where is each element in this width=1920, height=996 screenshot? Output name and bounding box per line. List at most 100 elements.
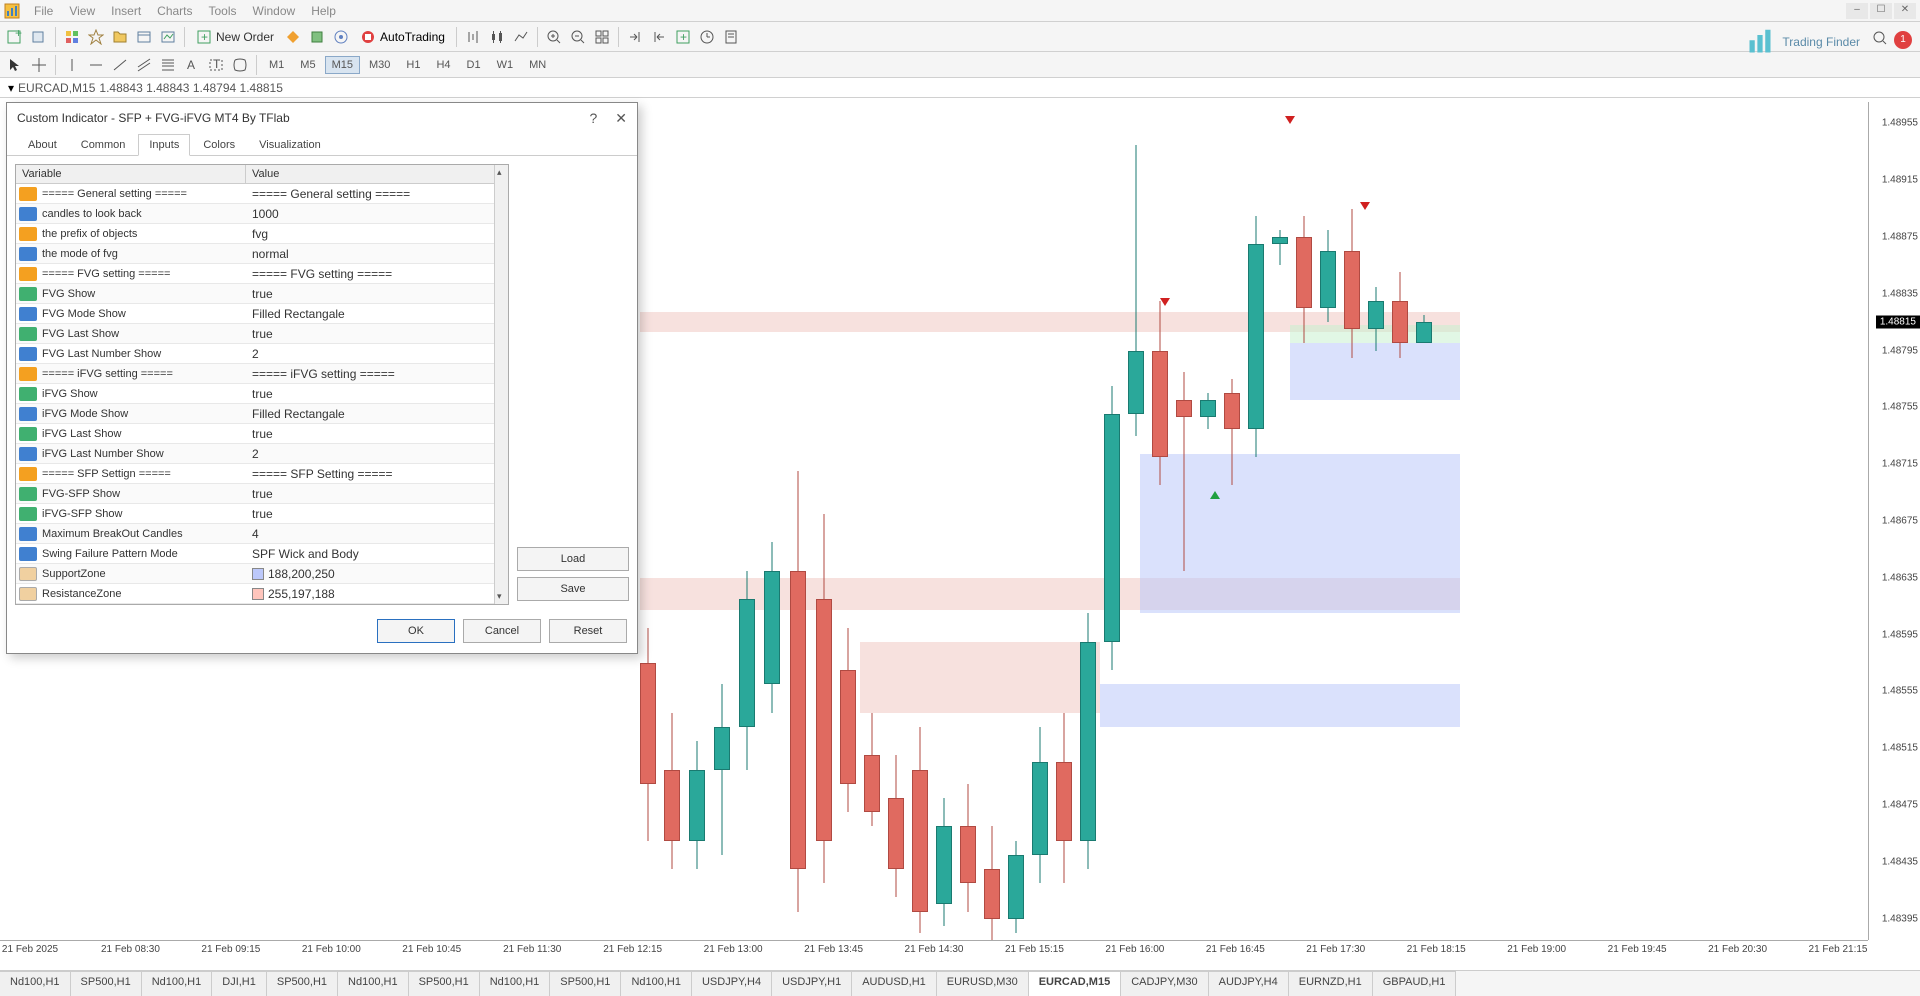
tab-inputs[interactable]: Inputs xyxy=(138,134,190,156)
menu-charts[interactable]: Charts xyxy=(149,4,200,18)
tf-h4[interactable]: H4 xyxy=(429,56,457,74)
row-value[interactable]: Filled Rectangale xyxy=(246,307,508,321)
menu-help[interactable]: Help xyxy=(303,4,344,18)
tab-visualization[interactable]: Visualization xyxy=(248,134,332,156)
inputs-row[interactable]: SupportZone188,200,250 xyxy=(16,564,508,584)
chart-tab[interactable]: CADJPY,M30 xyxy=(1121,971,1208,996)
new-order-button[interactable]: + New Order xyxy=(190,29,280,45)
tf-m1[interactable]: M1 xyxy=(262,56,291,74)
text-button[interactable]: A xyxy=(181,54,203,76)
row-value[interactable]: ===== General setting ===== xyxy=(246,187,508,201)
table-scrollbar[interactable]: ▴ ▾ xyxy=(494,165,508,604)
menu-file[interactable]: File xyxy=(26,4,61,18)
trendline-button[interactable] xyxy=(109,54,131,76)
bar-chart-button[interactable] xyxy=(462,26,484,48)
strategy-tester-button[interactable] xyxy=(157,26,179,48)
row-value[interactable]: 2 xyxy=(246,447,508,461)
inputs-row[interactable]: iFVG Last Showtrue xyxy=(16,424,508,444)
menu-insert[interactable]: Insert xyxy=(103,4,149,18)
cursor-button[interactable] xyxy=(4,54,26,76)
chart-tab[interactable]: Nd100,H1 xyxy=(338,971,409,996)
market-watch-button[interactable] xyxy=(61,26,83,48)
chart-tab[interactable]: Nd100,H1 xyxy=(621,971,692,996)
chart-tab[interactable]: SP500,H1 xyxy=(71,971,142,996)
options-button[interactable] xyxy=(330,26,352,48)
shapes-button[interactable] xyxy=(229,54,251,76)
chart-tab[interactable]: SP500,H1 xyxy=(550,971,621,996)
scroll-down-icon[interactable]: ▾ xyxy=(497,591,502,602)
chart-tab[interactable]: USDJPY,H1 xyxy=(772,971,852,996)
chart-tab[interactable]: Nd100,H1 xyxy=(0,971,71,996)
col-variable[interactable]: Variable xyxy=(16,165,246,183)
cancel-button[interactable]: Cancel xyxy=(463,619,541,643)
row-value[interactable]: 1000 xyxy=(246,207,508,221)
vline-button[interactable] xyxy=(61,54,83,76)
new-chart-button[interactable]: + xyxy=(4,26,26,48)
metaquotes-button[interactable] xyxy=(282,26,304,48)
notification-badge[interactable]: 1 xyxy=(1894,31,1912,49)
scroll-button[interactable] xyxy=(648,26,670,48)
indicators-button[interactable]: + xyxy=(672,26,694,48)
row-value[interactable]: 188,200,250 xyxy=(246,567,508,581)
chart-tab[interactable]: EURCAD,M15 xyxy=(1029,971,1122,996)
inputs-row[interactable]: candles to look back1000 xyxy=(16,204,508,224)
reset-button[interactable]: Reset xyxy=(549,619,627,643)
tab-colors[interactable]: Colors xyxy=(192,134,246,156)
inputs-row[interactable]: iFVG Last Number Show2 xyxy=(16,444,508,464)
inputs-row[interactable]: FVG Last Showtrue xyxy=(16,324,508,344)
inputs-row[interactable]: ===== SFP Settign ========== SFP Setting… xyxy=(16,464,508,484)
inputs-row[interactable]: ===== General setting ========== General… xyxy=(16,184,508,204)
row-value[interactable]: ===== FVG setting ===== xyxy=(246,267,508,281)
minimize-button[interactable]: – xyxy=(1846,3,1868,19)
tf-m5[interactable]: M5 xyxy=(293,56,322,74)
data-window-button[interactable] xyxy=(109,26,131,48)
candle-chart-button[interactable] xyxy=(486,26,508,48)
inputs-row[interactable]: iFVG Mode ShowFilled Rectangale xyxy=(16,404,508,424)
tf-mn[interactable]: MN xyxy=(522,56,553,74)
fibo-button[interactable] xyxy=(157,54,179,76)
inputs-row[interactable]: iFVG Showtrue xyxy=(16,384,508,404)
inputs-row[interactable]: FVG Last Number Show2 xyxy=(16,344,508,364)
inputs-row[interactable]: ResistanceZone255,197,188 xyxy=(16,584,508,604)
chart-tab[interactable]: AUDJPY,H4 xyxy=(1209,971,1289,996)
navigator-button[interactable] xyxy=(85,26,107,48)
inputs-row[interactable]: the prefix of objectsfvg xyxy=(16,224,508,244)
row-value[interactable]: fvg xyxy=(246,227,508,241)
tf-h1[interactable]: H1 xyxy=(399,56,427,74)
chart-tab[interactable]: EURUSD,M30 xyxy=(937,971,1029,996)
zoom-in-button[interactable] xyxy=(543,26,565,48)
inputs-row[interactable]: iFVG-SFP Showtrue xyxy=(16,504,508,524)
shift-button[interactable] xyxy=(624,26,646,48)
chart-tab[interactable]: Nd100,H1 xyxy=(480,971,551,996)
inputs-row[interactable]: ===== iFVG setting ========== iFVG setti… xyxy=(16,364,508,384)
dialog-close-button[interactable]: ✕ xyxy=(615,110,627,127)
save-button[interactable]: Save xyxy=(517,577,629,601)
row-value[interactable]: 4 xyxy=(246,527,508,541)
search-icon[interactable] xyxy=(1872,30,1888,49)
inputs-row[interactable]: ===== FVG setting ========== FVG setting… xyxy=(16,264,508,284)
row-value[interactable]: true xyxy=(246,427,508,441)
row-value[interactable]: ===== SFP Setting ===== xyxy=(246,467,508,481)
dialog-title-bar[interactable]: Custom Indicator - SFP + FVG-iFVG MT4 By… xyxy=(7,103,637,133)
tf-w1[interactable]: W1 xyxy=(490,56,521,74)
zoom-out-button[interactable] xyxy=(567,26,589,48)
chart-tab[interactable]: AUDUSD,H1 xyxy=(852,971,937,996)
terminal-button[interactable] xyxy=(133,26,155,48)
inputs-row[interactable]: FVG Showtrue xyxy=(16,284,508,304)
row-value[interactable]: 2 xyxy=(246,347,508,361)
inputs-row[interactable]: FVG-SFP Showtrue xyxy=(16,484,508,504)
chart-tab[interactable]: SP500,H1 xyxy=(409,971,480,996)
col-value[interactable]: Value xyxy=(246,165,508,183)
maximize-button[interactable]: ☐ xyxy=(1870,3,1892,19)
row-value[interactable]: normal xyxy=(246,247,508,261)
inputs-row[interactable]: Maximum BreakOut Candles4 xyxy=(16,524,508,544)
periods-button[interactable] xyxy=(696,26,718,48)
line-chart-button[interactable] xyxy=(510,26,532,48)
inputs-row[interactable]: Swing Failure Pattern ModeSPF Wick and B… xyxy=(16,544,508,564)
row-value[interactable]: Filled Rectangale xyxy=(246,407,508,421)
tile-windows-button[interactable] xyxy=(591,26,613,48)
load-button[interactable]: Load xyxy=(517,547,629,571)
scroll-up-icon[interactable]: ▴ xyxy=(497,167,502,178)
row-value[interactable]: true xyxy=(246,287,508,301)
ok-button[interactable]: OK xyxy=(377,619,455,643)
